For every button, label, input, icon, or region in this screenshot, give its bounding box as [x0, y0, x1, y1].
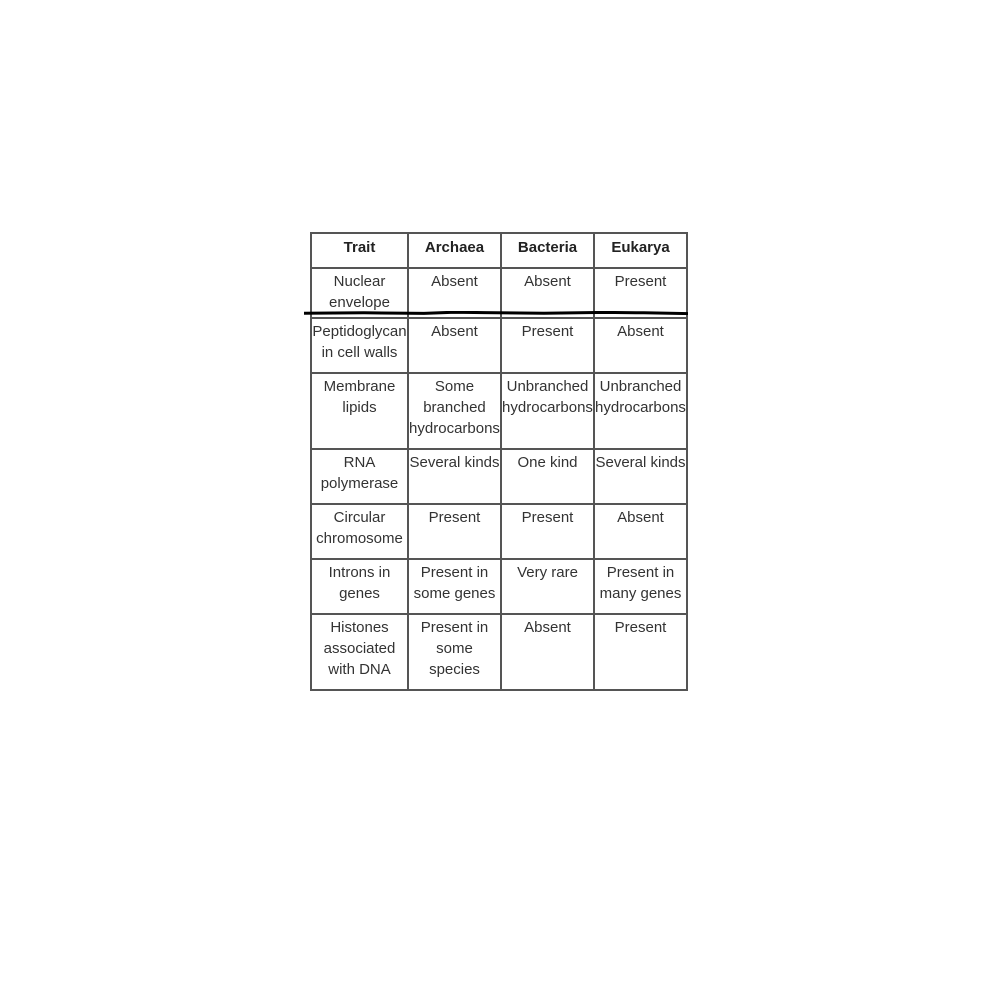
archaea-cell: Some branched hydrocarbons [407, 372, 502, 450]
header-row: Trait Archaea Bacteria Eukarya [310, 232, 688, 269]
trait-cell: Circular chromosome [310, 503, 409, 560]
table-row: Peptidoglycan in cell walls Absent Prese… [310, 317, 688, 374]
eukarya-cell: Unbranched hydrocarbons [593, 372, 688, 450]
archaea-cell: Present [407, 503, 502, 560]
table-row: Membrane lipids Some branched hydrocarbo… [310, 372, 688, 450]
table-row: Histones associated with DNA Present in … [310, 613, 688, 691]
bacteria-cell: One kind [500, 448, 595, 505]
trait-cell: Introns in genes [310, 558, 409, 615]
bacteria-cell: Present [500, 317, 595, 374]
trait-cell: Membrane lipids [310, 372, 409, 450]
eukarya-cell: Several kinds [593, 448, 688, 505]
archaea-cell: Present in some genes [407, 558, 502, 615]
eukarya-cell: Present [593, 613, 688, 691]
trait-cell: RNA polymerase [310, 448, 409, 505]
domain-traits-table: Trait Archaea Bacteria Eukarya Nuclear e… [310, 232, 688, 691]
header-archaea: Archaea [407, 232, 502, 269]
table-row: Introns in genes Present in some genes V… [310, 558, 688, 615]
bacteria-cell: Absent [500, 613, 595, 691]
archaea-cell: Present in some species [407, 613, 502, 691]
header-bacteria: Bacteria [500, 232, 595, 269]
eukarya-cell: Present in many genes [593, 558, 688, 615]
table-row: RNA polymerase Several kinds One kind Se… [310, 448, 688, 505]
header-eukarya: Eukarya [593, 232, 688, 269]
bacteria-cell: Present [500, 503, 595, 560]
archaea-cell: Absent [407, 317, 502, 374]
bacteria-cell: Unbranched hydrocarbons [500, 372, 595, 450]
eukarya-cell: Absent [593, 503, 688, 560]
eukarya-cell: Absent [593, 317, 688, 374]
table-row: Circular chromosome Present Present Abse… [310, 503, 688, 560]
trait-cell: Peptidoglycan in cell walls [310, 317, 409, 374]
archaea-cell: Several kinds [407, 448, 502, 505]
trait-cell: Histones associated with DNA [310, 613, 409, 691]
marker-stroke [304, 311, 688, 315]
bacteria-cell: Very rare [500, 558, 595, 615]
header-trait: Trait [310, 232, 409, 269]
hand-drawn-line [304, 311, 688, 315]
